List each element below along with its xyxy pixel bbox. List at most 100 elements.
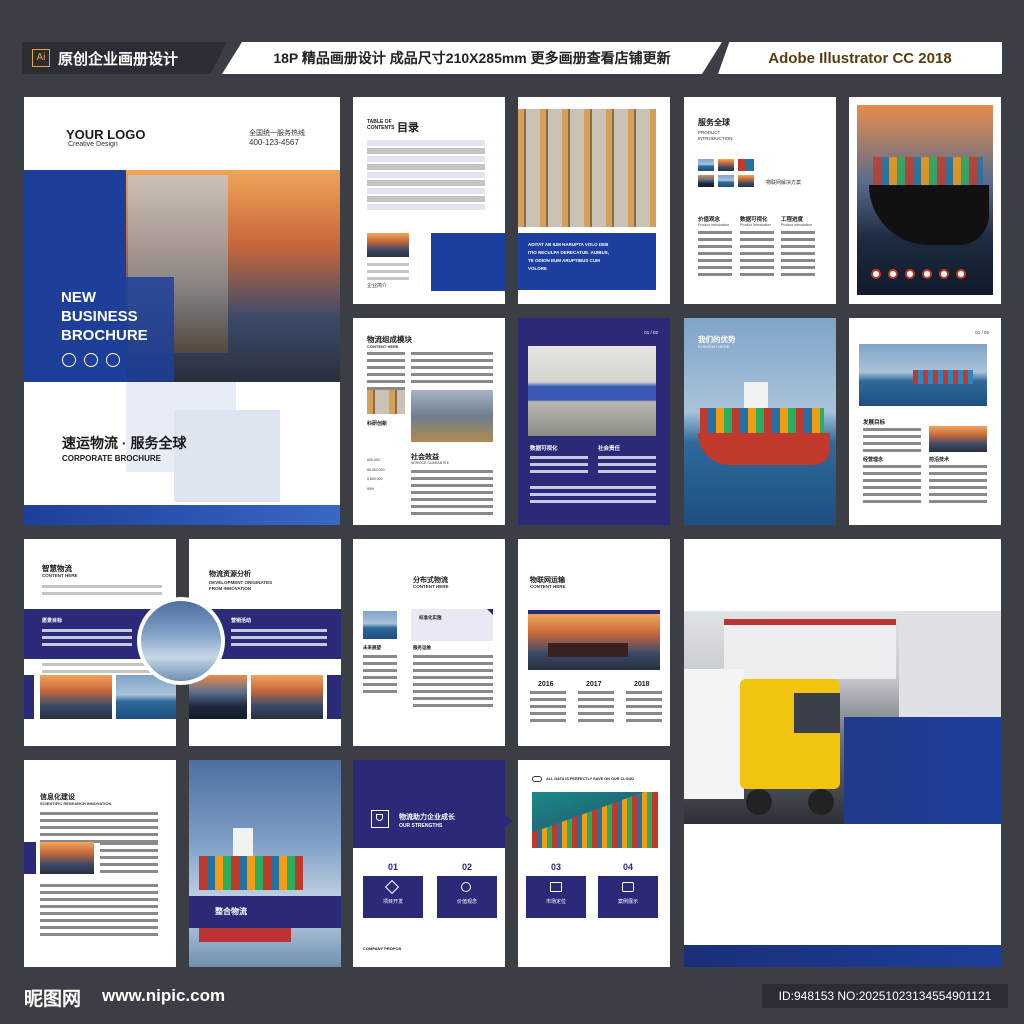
strength-icon-2 [461,882,471,892]
development-col-1: 经营理念 [863,457,884,463]
toc-caption: 企业简介 [367,283,388,289]
info-photo [40,842,94,874]
toc-title: 目录 [397,122,419,134]
distributed-photo [363,611,397,639]
toc-photo [367,233,409,257]
cover-page: YOUR LOGO Creative Design 全国统一服务热线 400-1… [24,97,340,525]
development-lines-2 [929,465,987,507]
strengths-page-left: 物流助力企业成长 OUR STRENGTHS 01 02 项目开发 价值观念 C… [353,760,505,967]
resources-side-bar [327,675,341,719]
warehouse-caption-4: VOLORE [528,266,548,271]
cover-headline-1: NEW [61,289,96,306]
strengths-pointer [505,815,513,827]
services-sub-1: PRODUCT [698,130,721,135]
smart-sub: CONTENT HERE [42,573,78,578]
strengths-item-3: 03 [526,862,586,872]
services-lines-3 [781,231,815,280]
modules-sub: CONTENT HERE [367,344,399,349]
distributed-std-box [411,609,493,641]
iot-year-1: 2016 [538,681,554,688]
cloud-icon [532,776,542,782]
warehouse-photo [518,109,656,227]
toc-page: TABLE OF CONTENTS 目录 企业简介 [353,97,505,304]
development-page: 01 / 02 发展目标 经营理念 前沿技术 [849,318,1001,525]
info-lines-right [100,842,158,877]
development-lines-1 [863,465,921,507]
informatization-page: 信息化建设 SCIENTIFIC RESEARCH INNOVATION [24,760,176,967]
info-side-bar [24,842,36,874]
development-goal: 发展目标 [863,420,886,426]
services-col-3: 工程进度 [781,217,804,223]
resources-band-label: 营销活动 [231,618,252,624]
truck-icon [84,353,98,367]
services-col-1: 价值观念 [698,217,721,223]
navy-lines-3 [530,486,656,507]
navy-dock-photo [528,346,656,436]
services-col-2: 数据可视化 [740,217,768,223]
strength-label-3: 市场定位 [545,899,566,905]
footer-brand: 昵图网 [24,984,81,1011]
distributed-future-lines [363,655,397,697]
iot-lines-2 [578,691,614,726]
cover-cn-title: 速运物流 · 服务全球 [62,435,187,451]
strengths-item-4: 04 [598,862,658,872]
distributed-std: 标准化实施 [419,615,442,620]
cover-en-sub: CORPORATE BROCHURE [62,454,161,463]
warehouse-caption-2: ITIO NECULPA DERECATUE. AUIBUS, [528,250,610,255]
development-page-no: 01 / 02 [975,330,989,335]
navy-label-1: 数据可视化 [530,446,558,452]
footer-brand-text: 昵图网 [24,988,82,1010]
iot-year-2: 2017 [586,681,602,688]
header-center-title: 18P 精品画册设计 成品尺寸210X285mm 更多画册查看店铺更新 [222,42,722,74]
resources-sub-1: DEVELOPMENT ORIGINATES [209,580,273,585]
header-left-tab: Ai 原创企业画册设计 [22,42,227,74]
globe-icon [62,353,76,367]
cover-logo: YOUR LOGO [66,127,146,142]
toc-list [367,140,485,212]
smart-band-label: 愿景目标 [42,618,63,624]
warehouse-blue-block: ADITAT AB IUM HARUPTA VOLO DEB ITIO NECU… [518,233,656,290]
iot-year-3: 2018 [634,681,650,688]
distributed-page: 分布式物流 CONTENT HERE 标准化实施 未来展望 服务运维 [353,539,505,746]
strength-icon-3 [550,882,562,892]
resources-sub-2: FROM INNOVATION [209,586,252,591]
strength-label-2: 价值观念 [456,899,477,905]
truck-bottom-strip [684,945,1001,967]
resources-photo-2 [251,675,323,719]
user-icon [106,353,120,367]
strengths-sub: OUR STRENGTHS [399,823,443,829]
services-iot: 物联网解决方案 [766,180,802,186]
ai-badge: Ai [32,49,50,67]
strength-label-4: 案例展示 [617,899,638,905]
airplane-circle-photo [137,597,225,685]
footer-id: ID:948153 NO:20251023134554901121 [762,984,1008,1008]
modules-stats: 800,000 86,000,000 5,800,000 95% [367,456,385,494]
modules-stat-4: 95% [367,486,375,491]
smart-band-lines [42,629,132,650]
strengths-page-right: ALL DATA IS PERFECTLY SAVE ON OUR CLOUD … [518,760,670,967]
advantage-ship-bridge [744,382,768,408]
distributed-fold [487,609,493,615]
strengths-top-block [353,760,505,848]
navy-dock-page: 01 / 02 数据可视化 社会责任 [518,318,670,525]
footer-url: www.nipic.com [102,986,226,1005]
cover-icons [62,353,120,367]
cover-hotline-label: 全国统一服务热线 [249,130,305,137]
strength-icon-4 [622,882,634,892]
modules-photo-2 [411,390,493,442]
cover-logo-sub: Creative Design [68,141,118,148]
ship-containers [873,157,983,187]
development-col-2: 前沿技术 [929,457,950,463]
strengths-company: COMPANY PROPOS [363,946,402,951]
resources-title: 物流资源分析 [209,571,251,578]
advantage-ship-hull [698,433,830,465]
navy-page-no: 01 / 02 [644,330,658,335]
modules-lines-right [411,352,493,387]
smart-side-bar [24,675,34,719]
strength-no-4: 04 [622,862,633,872]
services-lines-2 [740,231,774,280]
smart-photo-1 [40,675,112,719]
warehouse-caption-1: ADITAT AB IUM HARUPTA VOLO DEB [528,242,609,247]
strength-label-1: 项目开发 [382,899,403,905]
distributed-future: 未来展望 [363,645,381,650]
